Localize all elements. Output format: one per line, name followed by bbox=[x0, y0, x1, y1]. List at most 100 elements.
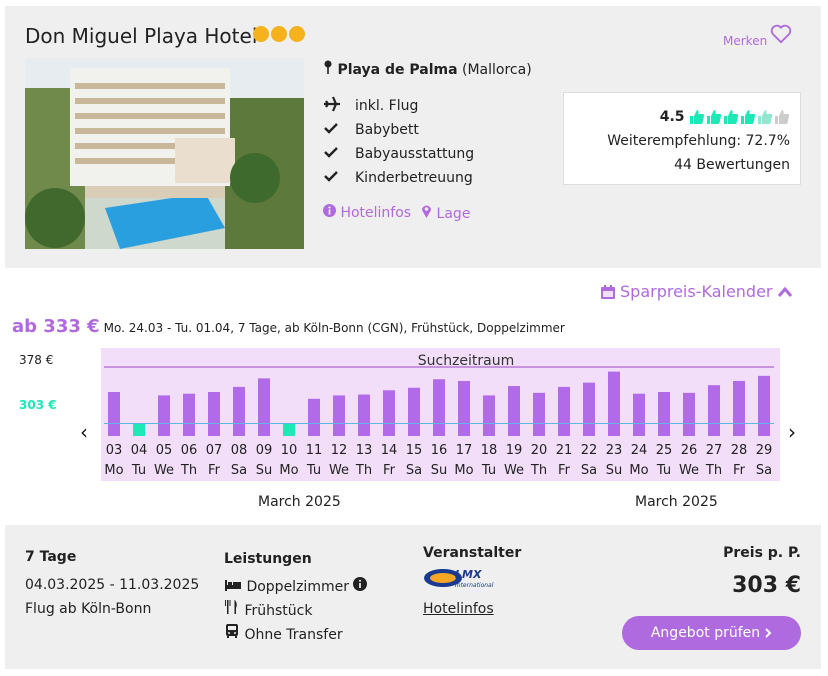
price-bar[interactable] bbox=[408, 387, 420, 436]
price-bar[interactable] bbox=[358, 394, 370, 436]
lage-link[interactable]: Lage bbox=[421, 204, 470, 222]
month-label-right: March 2025 bbox=[635, 494, 718, 510]
weekday-label: We bbox=[679, 463, 699, 478]
weekday-label: We bbox=[154, 463, 174, 478]
price-bar[interactable] bbox=[558, 386, 570, 436]
day-label[interactable]: 28 bbox=[731, 443, 748, 458]
chevron-right-icon[interactable]: › bbox=[788, 420, 796, 444]
day-label[interactable]: 25 bbox=[656, 443, 673, 458]
rating-thumbs bbox=[689, 109, 790, 125]
day-label[interactable]: 05 bbox=[156, 443, 173, 458]
kalender-label: Sparpreis-Kalender bbox=[620, 282, 773, 301]
feature-item: Kinderbetreuung bbox=[323, 166, 474, 190]
weekday-label: Su bbox=[256, 463, 273, 478]
price-bar[interactable] bbox=[208, 392, 220, 436]
price-bar[interactable] bbox=[758, 375, 770, 436]
price-bar[interactable] bbox=[508, 386, 520, 436]
day-label[interactable]: 09 bbox=[256, 443, 273, 458]
info-icon[interactable] bbox=[353, 577, 368, 591]
day-label[interactable]: 22 bbox=[581, 443, 598, 458]
price-bar[interactable] bbox=[583, 382, 595, 436]
feature-label: inkl. Flug bbox=[355, 98, 419, 114]
day-label[interactable]: 21 bbox=[556, 443, 573, 458]
price-bar[interactable] bbox=[733, 380, 745, 436]
day-label[interactable]: 20 bbox=[531, 443, 548, 458]
operator-hotelinfos-link[interactable]: Hotelinfos bbox=[423, 601, 521, 617]
day-label[interactable]: 04 bbox=[131, 443, 148, 458]
day-label[interactable]: 15 bbox=[406, 443, 423, 458]
weekday-label: Fr bbox=[208, 463, 221, 478]
operator-block: Veranstalter LMX International Hotelinfo… bbox=[423, 545, 521, 617]
review-count[interactable]: 44 Bewertungen bbox=[574, 153, 790, 177]
price-bar[interactable] bbox=[658, 392, 670, 436]
day-label[interactable]: 13 bbox=[356, 443, 373, 458]
check-icon bbox=[324, 171, 338, 182]
day-label[interactable]: 17 bbox=[456, 443, 473, 458]
day-label[interactable]: 12 bbox=[331, 443, 348, 458]
price-bar[interactable] bbox=[683, 392, 695, 436]
day-label[interactable]: 27 bbox=[706, 443, 723, 458]
hotel-links: Hotelinfos Lage bbox=[323, 204, 470, 222]
hotel-photo[interactable] bbox=[25, 58, 304, 249]
operator-logo: LMX International bbox=[424, 568, 494, 589]
check-icon bbox=[324, 147, 338, 158]
price-bar[interactable] bbox=[108, 392, 120, 436]
price-calendar-chart: Suchzeitraum 03 Mo 04 Tu 05 We 06 Th 07 Fr 08 Sa 09 S… bbox=[101, 348, 780, 481]
price-bar[interactable] bbox=[458, 380, 470, 436]
hotelinfos-link[interactable]: Hotelinfos bbox=[323, 204, 411, 222]
heart-icon[interactable] bbox=[770, 24, 792, 44]
day-label[interactable]: 16 bbox=[431, 443, 448, 458]
thumb-up-icon bbox=[724, 110, 739, 124]
price-bar[interactable] bbox=[608, 371, 620, 436]
location: Playa de Palma (Mallorca) bbox=[323, 60, 532, 78]
day-label[interactable]: 29 bbox=[756, 443, 773, 458]
merken-link[interactable]: Merken bbox=[723, 34, 767, 48]
price-bar[interactable] bbox=[283, 423, 295, 436]
price-bar[interactable] bbox=[183, 393, 195, 436]
month-label-left: March 2025 bbox=[258, 494, 341, 510]
day-label[interactable]: 18 bbox=[481, 443, 498, 458]
star-icon bbox=[271, 26, 287, 42]
price-bar[interactable] bbox=[533, 392, 545, 436]
day-label[interactable]: 07 bbox=[206, 443, 223, 458]
price-bar[interactable] bbox=[333, 395, 345, 436]
day-label[interactable]: 24 bbox=[631, 443, 648, 458]
weekday-label: Tu bbox=[306, 463, 321, 478]
price-bar[interactable] bbox=[483, 395, 495, 436]
services-block: Leistungen Doppelzimmer Frühstück Ohne T… bbox=[224, 547, 368, 647]
map-pin-icon bbox=[422, 205, 432, 218]
weekday-label: Sa bbox=[406, 463, 422, 478]
weekday-label: Sa bbox=[581, 463, 597, 478]
day-label[interactable]: 10 bbox=[281, 443, 298, 458]
feature-item: Babyausstattung bbox=[323, 142, 474, 166]
feature-item: Babybett bbox=[323, 118, 474, 142]
chevron-left-icon[interactable]: ‹ bbox=[80, 420, 88, 444]
price-bar[interactable] bbox=[233, 386, 245, 436]
price-bar[interactable] bbox=[433, 379, 445, 436]
day-label[interactable]: 26 bbox=[681, 443, 698, 458]
star-icon bbox=[253, 26, 269, 42]
day-label[interactable]: 11 bbox=[306, 443, 323, 458]
thumb-up-icon bbox=[690, 110, 705, 124]
check-offer-button[interactable]: Angebot prüfen bbox=[622, 616, 801, 650]
day-label[interactable]: 19 bbox=[506, 443, 523, 458]
thumb-up-icon bbox=[758, 110, 773, 124]
day-label[interactable]: 14 bbox=[381, 443, 398, 458]
price-bar[interactable] bbox=[158, 395, 170, 436]
feature-item: inkl. Flug bbox=[323, 94, 474, 118]
price-bar[interactable] bbox=[258, 378, 270, 436]
sparpreis-kalender-toggle[interactable]: Sparpreis-Kalender bbox=[600, 282, 793, 301]
day-label[interactable]: 23 bbox=[606, 443, 623, 458]
day-label[interactable]: 08 bbox=[231, 443, 248, 458]
day-label[interactable]: 03 bbox=[106, 443, 123, 458]
price-bar[interactable] bbox=[633, 393, 645, 436]
weekday-label: Th bbox=[180, 463, 197, 478]
feature-label: Babyausstattung bbox=[355, 146, 475, 162]
price-bar[interactable] bbox=[308, 398, 320, 436]
hotel-name[interactable]: Don Miguel Playa Hotel bbox=[25, 24, 257, 48]
price-bar[interactable] bbox=[133, 423, 145, 436]
day-label[interactable]: 06 bbox=[181, 443, 198, 458]
price-bar[interactable] bbox=[383, 390, 395, 436]
weekday-label: Tu bbox=[131, 463, 146, 478]
price-bar[interactable] bbox=[708, 385, 720, 436]
